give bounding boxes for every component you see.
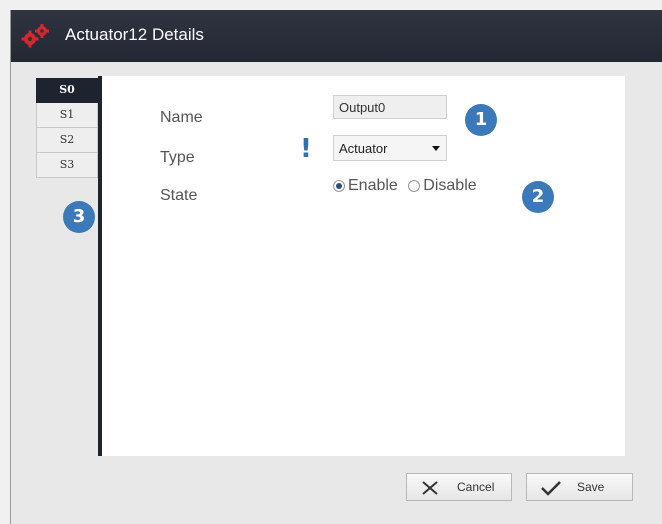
type-select[interactable]: Actuator bbox=[333, 135, 447, 161]
details-panel bbox=[98, 76, 625, 456]
gears-icon bbox=[21, 24, 51, 48]
callout-3: 3 bbox=[63, 201, 95, 233]
checkmark-icon bbox=[541, 481, 561, 496]
title-bar: Actuator12 Details bbox=[11, 10, 662, 62]
type-select-value: Actuator bbox=[339, 141, 388, 156]
name-input[interactable] bbox=[333, 95, 447, 119]
radio-enable[interactable] bbox=[333, 179, 345, 192]
state-tabs: S0 S1 S2 S3 bbox=[36, 78, 98, 178]
radio-enable-label: Enable bbox=[348, 177, 398, 194]
tab-s3[interactable]: S3 bbox=[36, 153, 98, 178]
save-button-label: Save bbox=[577, 480, 605, 494]
radio-disable[interactable] bbox=[408, 179, 421, 192]
callout-2: 2 bbox=[522, 181, 554, 213]
window-title: Actuator12 Details bbox=[65, 25, 204, 44]
name-label: Name bbox=[160, 109, 203, 126]
state-disable-option[interactable]: Disable bbox=[408, 177, 477, 195]
close-icon bbox=[422, 481, 438, 495]
warning-icon: ! bbox=[300, 134, 312, 164]
callout-1: 1 bbox=[465, 104, 497, 136]
chevron-down-icon bbox=[432, 146, 440, 151]
save-button[interactable]: Save bbox=[526, 473, 633, 501]
cancel-button[interactable]: Cancel bbox=[406, 473, 512, 501]
tab-s0[interactable]: S0 bbox=[36, 78, 98, 103]
state-radio-group: Enable Disable bbox=[333, 177, 483, 195]
radio-disable-label: Disable bbox=[423, 177, 477, 194]
state-enable-option[interactable]: Enable bbox=[333, 177, 398, 195]
tab-s1[interactable]: S1 bbox=[36, 103, 98, 128]
tab-s2[interactable]: S2 bbox=[36, 128, 98, 153]
cancel-button-label: Cancel bbox=[457, 480, 495, 494]
type-label: Type bbox=[160, 149, 195, 166]
state-label: State bbox=[160, 187, 198, 204]
